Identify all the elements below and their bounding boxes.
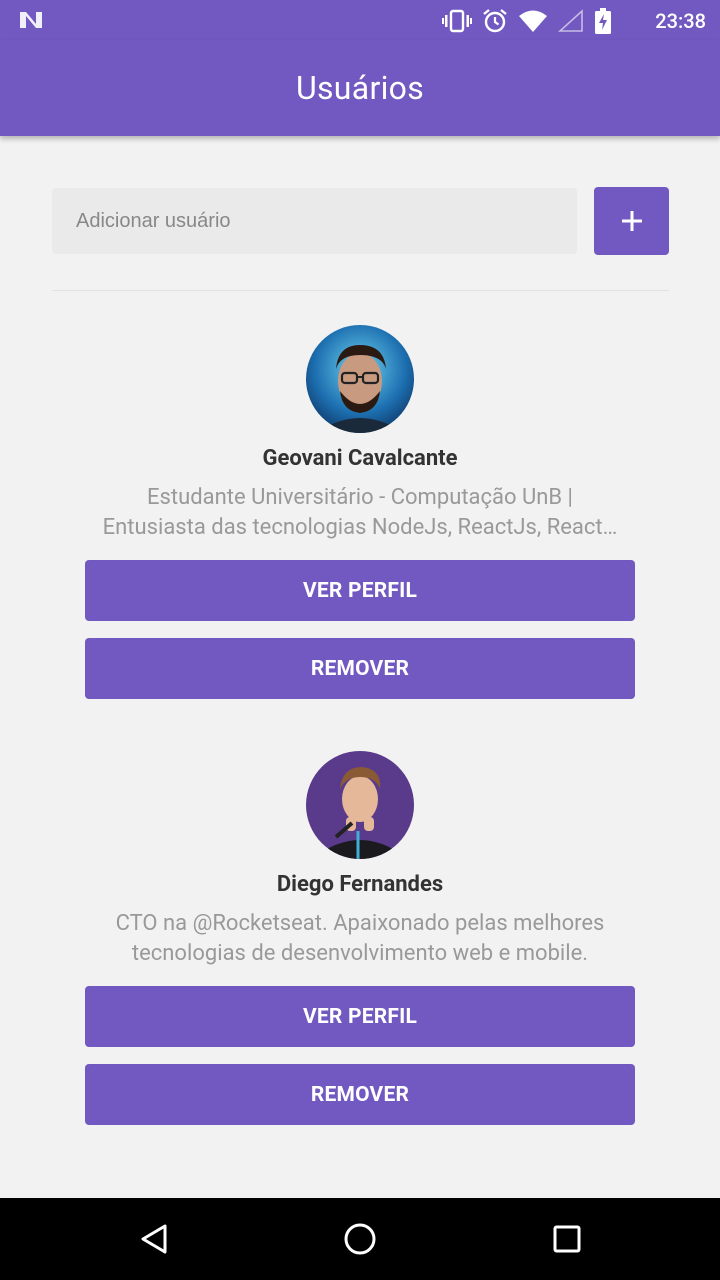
- status-time: 23:38: [655, 9, 706, 33]
- plus-icon: [621, 211, 642, 231]
- n-logo-icon: [20, 12, 42, 28]
- user-bio: CTO na @Rocketseat. Apaixonado pelas mel…: [84, 909, 636, 969]
- vibrate-icon: [442, 9, 472, 33]
- user-name: Geovani Cavalcante: [262, 446, 458, 471]
- wifi-icon: [519, 10, 547, 32]
- status-bar: 23:38: [0, 0, 720, 40]
- view-profile-button[interactable]: VER PERFIL: [85, 560, 635, 621]
- user-bio-line: CTO na @Rocketseat. Apaixonado pelas mel…: [115, 911, 605, 936]
- recents-button[interactable]: [507, 1198, 627, 1280]
- recents-icon: [553, 1225, 581, 1253]
- alarm-icon: [483, 9, 507, 33]
- view-profile-button[interactable]: VER PERFIL: [85, 986, 635, 1047]
- navigation-bar: [0, 1198, 720, 1280]
- home-button[interactable]: [300, 1198, 420, 1280]
- remove-button[interactable]: REMOVER: [85, 1064, 635, 1125]
- divider: [52, 290, 669, 291]
- app-bar: Usuários: [0, 40, 720, 136]
- user-bio-line: tecnologias de desenvolvimento web e mob…: [131, 941, 589, 966]
- page-title: Usuários: [295, 69, 425, 107]
- battery-charging-icon: [595, 8, 611, 34]
- back-icon: [141, 1224, 167, 1254]
- user-bio: Estudante Universitário - Computação UnB…: [84, 483, 636, 543]
- remove-button[interactable]: REMOVER: [85, 638, 635, 699]
- home-icon: [344, 1223, 376, 1255]
- user-bio-line: Estudante Universitário - Computação UnB…: [147, 485, 573, 510]
- back-button[interactable]: [94, 1198, 214, 1280]
- signal-icon: [558, 9, 583, 32]
- avatar: [306, 325, 414, 433]
- add-user-row: [52, 187, 669, 255]
- avatar: [306, 751, 414, 859]
- user-name: Diego Fernandes: [276, 872, 444, 897]
- add-user-button[interactable]: [594, 187, 669, 255]
- user-bio-line: Entusiasta das tecnologias NodeJs, React…: [102, 515, 618, 540]
- add-user-input[interactable]: [52, 188, 577, 254]
